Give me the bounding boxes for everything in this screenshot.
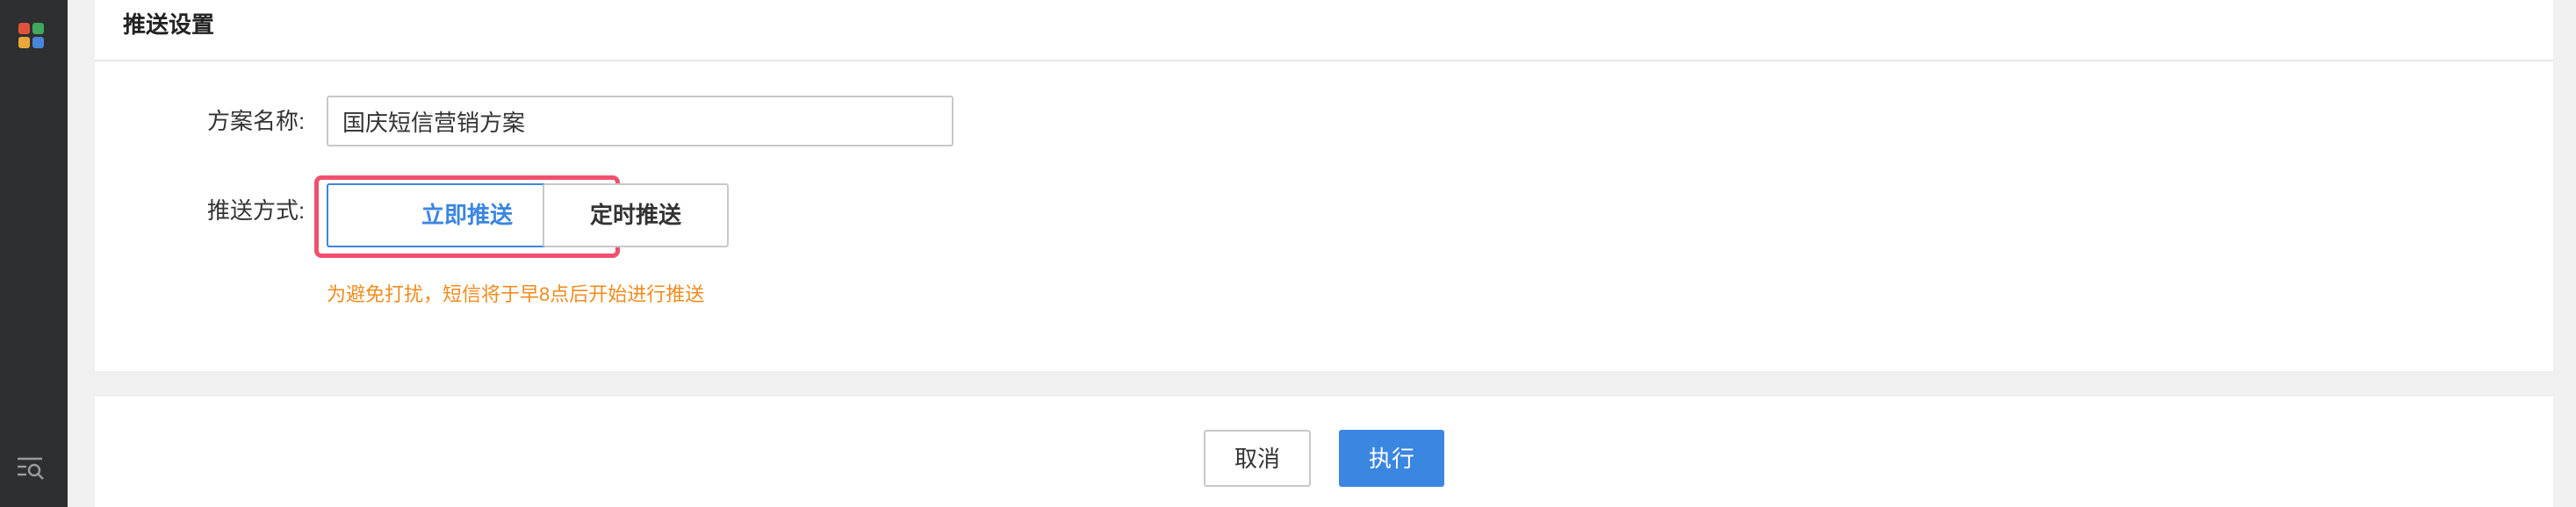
panel-title: 推送设置 [123, 11, 215, 38]
app-grid-tile [18, 37, 30, 48]
push-method-label: 推送方式: [207, 197, 306, 224]
execute-button[interactable]: 执行 [1339, 430, 1444, 487]
search-list-icon[interactable] [16, 454, 46, 481]
panel-header: 推送设置 [95, 0, 2553, 61]
app-grid-tile [18, 23, 30, 34]
cancel-button[interactable]: 取消 [1204, 430, 1311, 487]
sidebar [0, 0, 68, 507]
push-tip-text: 为避免打扰，短信将于早8点后开始进行推送 [327, 283, 705, 305]
plan-name-label: 方案名称: [207, 108, 306, 134]
push-settings-panel: 推送设置 方案名称: 推送方式: 立即推送 定时推送 为避免打扰，短信将于早8点… [95, 0, 2553, 371]
push-scheduled-option[interactable]: 定时推送 [543, 183, 729, 247]
plan-name-input[interactable] [327, 96, 953, 146]
push-immediate-label: 立即推送 [421, 202, 513, 228]
push-scheduled-label: 定时推送 [589, 202, 681, 228]
app-grid-tile [32, 37, 44, 48]
action-bar: 取消 执行 [95, 396, 2553, 507]
app-grid-icon[interactable] [18, 23, 45, 49]
app-grid-tile [32, 23, 44, 34]
